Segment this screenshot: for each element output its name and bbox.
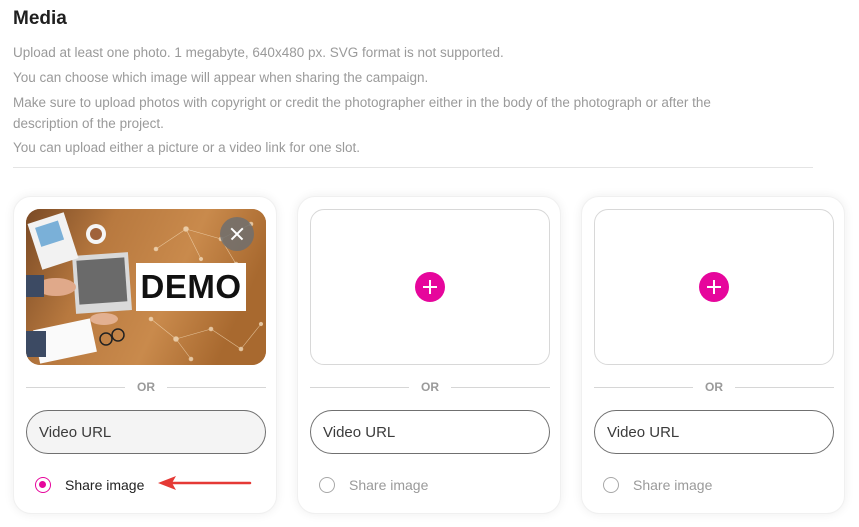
media-slot-card-1: DEMO OR Share image [13,196,277,514]
section-divider [13,167,813,168]
description-line: description of the project. [13,116,164,131]
add-image-button[interactable] [415,272,445,302]
share-image-radio[interactable] [603,477,619,493]
page-title: Media [13,8,67,29]
image-upload-slot[interactable] [594,209,834,365]
share-image-option[interactable]: Share image [603,475,712,495]
share-image-radio[interactable] [35,477,51,493]
video-url-input[interactable] [26,410,266,454]
description-line: You can choose which image will appear w… [13,70,429,85]
media-slot-card-2: OR Share image [297,196,561,514]
divider [167,387,266,388]
remove-image-button[interactable] [220,217,254,251]
share-image-option[interactable]: Share image [319,475,428,495]
arrow-left-icon [158,476,252,490]
video-url-input[interactable] [310,410,550,454]
divider [735,387,834,388]
video-url-input[interactable] [594,410,834,454]
share-image-option[interactable]: Share image [35,475,144,495]
or-separator: OR [26,378,266,398]
divider [451,387,550,388]
image-upload-slot[interactable] [310,209,550,365]
demo-watermark: DEMO [140,268,242,305]
description-line: Make sure to upload photos with copyrigh… [13,95,711,110]
description-line: Upload at least one photo. 1 megabyte, 6… [13,45,504,60]
image-preview[interactable]: DEMO [26,209,266,365]
description-line: You can upload either a picture or a vid… [13,140,360,155]
share-image-label: Share image [349,477,429,493]
or-separator: OR [310,378,550,398]
share-image-label: Share image [65,477,145,493]
media-slot-card-3: OR Share image [581,196,845,514]
share-image-label: Share image [633,477,713,493]
share-image-radio[interactable] [319,477,335,493]
add-image-button[interactable] [699,272,729,302]
or-separator: OR [594,378,834,398]
